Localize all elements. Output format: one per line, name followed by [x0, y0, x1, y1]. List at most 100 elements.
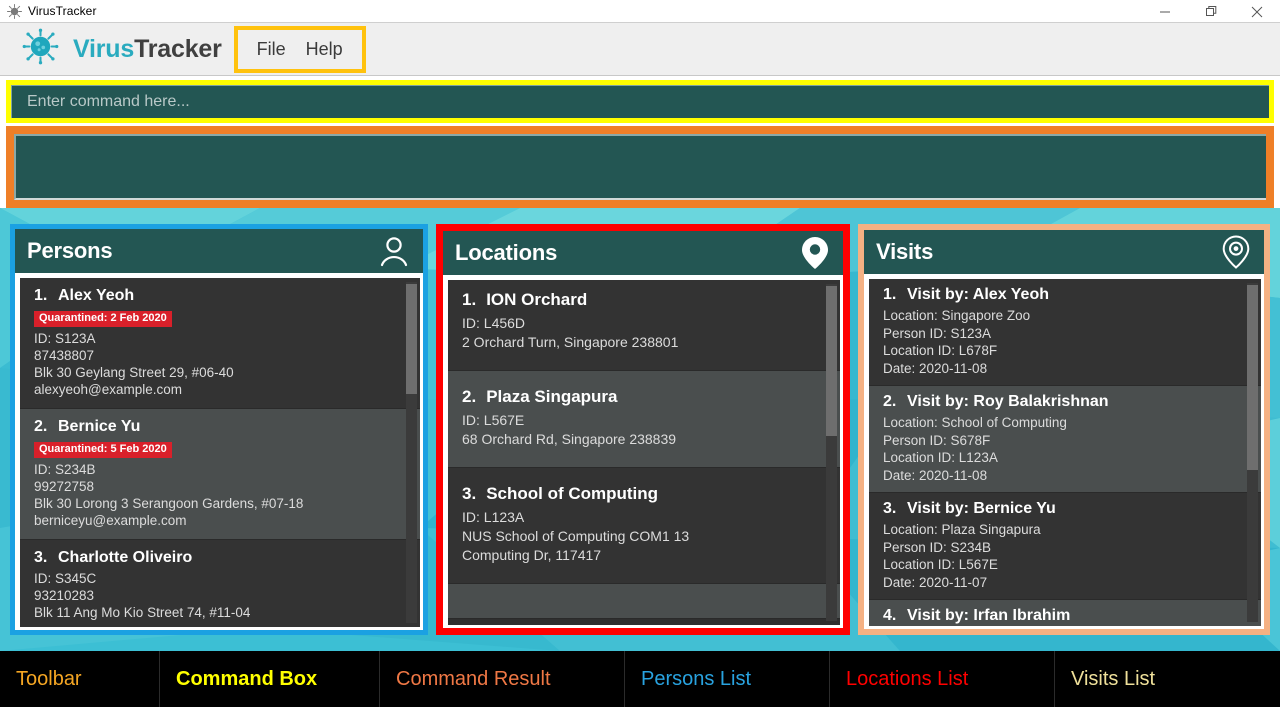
visit-person: Visit by: Alex Yeoh [907, 286, 1049, 303]
list-item[interactable]: 1. Alex Yeoh Quarantined: 2 Feb 2020 ID:… [20, 278, 420, 409]
visit-person-id: Person ID: S234B [883, 539, 992, 555]
visit-date: Date: 2020-11-07 [883, 574, 988, 590]
locations-panel-title: Locations [455, 240, 558, 265]
location-id: ID: L567E [462, 412, 525, 428]
list-item[interactable]: 1. Visit by: Alex Yeoh Location: Singapo… [869, 279, 1261, 386]
list-index: 2. [462, 387, 477, 406]
location-name: Plaza Singapura [486, 387, 618, 406]
person-name-row: 3. Charlotte Oliveiro [34, 549, 406, 567]
list-item[interactable]: 4. Visit by: Irfan Ibrahim [869, 600, 1261, 626]
person-id: ID: S234B [34, 462, 96, 477]
person-icon [377, 234, 411, 268]
visits-scrollbar-thumb[interactable] [1247, 285, 1258, 470]
window-titlebar: VirusTracker [0, 0, 1280, 23]
map-pin-target-icon [1220, 234, 1252, 270]
legend-item-visits-list: Visits List [1071, 667, 1156, 690]
window-title: VirusTracker [28, 4, 97, 18]
list-index: 1. [883, 286, 897, 303]
visit-location: Location: Singapore Zoo [883, 308, 1031, 323]
visits-scrollbar[interactable] [1247, 283, 1258, 622]
list-item[interactable]: 2. Visit by: Roy Balakrishnan Location: … [869, 386, 1261, 493]
person-id: ID: S123A [34, 331, 96, 346]
persons-list[interactable]: 1. Alex Yeoh Quarantined: 2 Feb 2020 ID:… [20, 278, 420, 627]
visits-list[interactable]: 1. Visit by: Alex Yeoh Location: Singapo… [869, 279, 1261, 626]
list-item[interactable]: 3. Visit by: Bernice Yu Location: Plaza … [869, 493, 1261, 600]
list-item[interactable]: 2. Bernice Yu Quarantined: 5 Feb 2020 ID… [20, 409, 420, 540]
person-id: ID: S345C [34, 571, 97, 586]
visit-name-row: 2. Visit by: Roy Balakrishnan [883, 393, 1247, 411]
visits-panel-body: 1. Visit by: Alex Yeoh Location: Singapo… [864, 274, 1264, 629]
toolbar: VirusTracker File Help [0, 23, 1280, 76]
menu-item-help[interactable]: Help [296, 37, 353, 62]
persons-scrollbar-thumb[interactable] [406, 284, 417, 394]
brand-title: VirusTracker [73, 35, 222, 64]
map-pin-icon [799, 235, 831, 271]
titlebar-left: VirusTracker [0, 3, 97, 19]
app-logo [22, 28, 59, 70]
person-email: berniceyu@example.com [34, 513, 187, 528]
list-index: 3. [34, 549, 48, 566]
visit-date: Date: 2020-11-08 [883, 360, 988, 376]
visit-person-id: Person ID: S678F [883, 432, 991, 448]
menu-bar: File Help [233, 25, 366, 73]
persons-panel-header: Persons [15, 229, 423, 273]
persons-panel-title: Persons [27, 238, 113, 263]
person-name-row: 2. Bernice Yu [34, 418, 406, 436]
person-name: Charlotte Oliveiro [58, 549, 193, 566]
brand-second: Tracker [134, 34, 222, 63]
list-index: 3. [883, 500, 897, 517]
maximize-icon[interactable] [1188, 0, 1234, 23]
location-name-row: 3. School of Computing [462, 484, 826, 504]
command-result-display [14, 134, 1266, 200]
visit-location: Location: School of Computing [883, 415, 1067, 430]
list-item[interactable]: 3. Charlotte Oliveiro ID: S345C 93210283… [20, 540, 420, 627]
locations-scrollbar-thumb[interactable] [826, 286, 837, 436]
menu-item-file[interactable]: File [247, 37, 296, 62]
location-name-row: 2. Plaza Singapura [462, 387, 826, 407]
visit-location-id: Location ID: L567E [883, 557, 998, 572]
list-item[interactable]: 1. ION Orchard ID: L456D 2 Orchard Turn,… [448, 280, 840, 371]
virus-icon [22, 28, 59, 70]
persons-scrollbar[interactable] [406, 282, 417, 623]
locations-list[interactable]: 1. ION Orchard ID: L456D 2 Orchard Turn,… [448, 280, 840, 625]
location-address: 2 Orchard Turn, Singapore 238801 [462, 334, 679, 350]
list-index: 4. [883, 607, 897, 624]
list-index: 1. [462, 290, 477, 309]
visit-location: Location: Plaza Singapura [883, 522, 1041, 537]
visit-name-row: 4. Visit by: Irfan Ibrahim [883, 607, 1247, 625]
persons-panel: Persons 1. Alex Yeoh Quarantined: 2 Feb … [10, 224, 428, 635]
list-item[interactable] [448, 584, 840, 619]
visit-location-id: Location ID: L678F [883, 343, 998, 358]
person-name: Bernice Yu [58, 418, 141, 435]
person-address: Blk 11 Ang Mo Kio Street 74, #11-04 [34, 605, 251, 620]
location-id: ID: L456D [462, 315, 526, 331]
minimize-icon[interactable] [1142, 0, 1188, 23]
person-name: Alex Yeoh [58, 287, 135, 304]
locations-panel-body: 1. ION Orchard ID: L456D 2 Orchard Turn,… [443, 275, 843, 628]
visit-name-row: 1. Visit by: Alex Yeoh [883, 286, 1247, 304]
list-item[interactable]: 3. School of Computing ID: L123A NUS Sch… [448, 468, 840, 584]
status-badge: Quarantined: 5 Feb 2020 [34, 442, 172, 458]
person-address: Blk 30 Lorong 3 Serangoon Gardens, #07-1… [34, 496, 304, 511]
legend-item-persons-list: Persons List [625, 651, 830, 707]
location-address: 68 Orchard Rd, Singapore 238839 [462, 431, 677, 447]
list-item[interactable]: 2. Plaza Singapura ID: L567E 68 Orchard … [448, 371, 840, 468]
location-address-2: Computing Dr, 117417 [462, 547, 602, 563]
main-content-area: Persons 1. Alex Yeoh Quarantined: 2 Feb … [0, 208, 1280, 651]
status-badge: Quarantined: 2 Feb 2020 [34, 311, 172, 327]
visit-name-row: 3. Visit by: Bernice Yu [883, 500, 1247, 518]
command-input[interactable]: Enter command here... [11, 85, 1269, 118]
location-address-1: NUS School of Computing COM1 13 [462, 528, 690, 544]
annotation-legend: Toolbar Command Box Command Result Perso… [0, 651, 1280, 707]
location-name: ION Orchard [486, 290, 588, 309]
visit-person: Visit by: Bernice Yu [907, 500, 1056, 517]
location-name: School of Computing [486, 484, 659, 503]
visit-date: Date: 2020-11-08 [883, 467, 988, 483]
locations-panel: Locations 1. ION Orchard ID: L456D 2 Orc… [436, 224, 850, 635]
locations-scrollbar[interactable] [826, 284, 837, 621]
person-phone: 93210283 [34, 588, 95, 603]
panel-row: Persons 1. Alex Yeoh Quarantined: 2 Feb … [0, 208, 1280, 651]
location-name-row: 1. ION Orchard [462, 290, 826, 310]
close-icon[interactable] [1234, 0, 1280, 23]
command-result-highlight [6, 126, 1274, 208]
